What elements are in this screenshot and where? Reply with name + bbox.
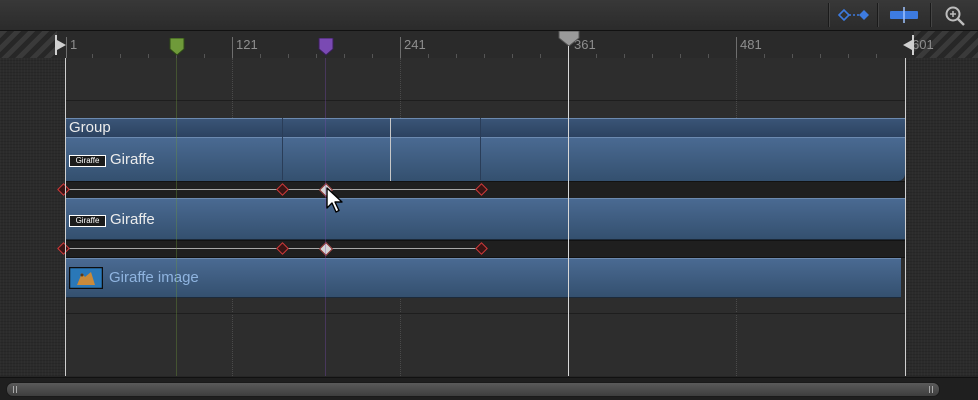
timeline-window: 1 121 241 361 481 601 Group Giraffe Gira… (0, 0, 978, 400)
track-separator (65, 313, 905, 314)
scrollbar-thumb[interactable] (6, 382, 940, 397)
mouse-pointer-icon (326, 187, 343, 213)
play-range-start-line (65, 58, 66, 376)
playhead-handle[interactable] (558, 31, 580, 47)
giraffe-track-1-label: Giraffe (110, 151, 155, 168)
text-layer-badge: Giraffe (69, 155, 106, 167)
track-separator (65, 100, 905, 101)
keyframe-diamonds-icon (837, 8, 869, 22)
show-keyframes-button[interactable] (828, 3, 877, 27)
giraffe-track-2-label: Giraffe (110, 211, 155, 228)
ruler-tick-label: 241 (404, 37, 426, 52)
snap-bar-icon (890, 7, 918, 23)
group-track[interactable] (65, 118, 905, 138)
time-ruler[interactable]: 1 121 241 361 481 601 (0, 31, 978, 63)
timeline-toolbar (0, 0, 978, 31)
purple-marker[interactable] (318, 38, 334, 56)
purple-marker-line (325, 58, 326, 376)
green-marker[interactable] (169, 38, 185, 56)
keyframe-curve (63, 189, 481, 190)
image-thumbnail-icon (69, 267, 103, 289)
giraffe-image-track-label: Giraffe image (109, 269, 199, 286)
ruler-tick-label: 481 (740, 37, 762, 52)
horizontal-scrollbar[interactable] (0, 377, 978, 400)
play-range-end-line (905, 58, 906, 376)
keyframe-guide (480, 118, 481, 180)
group-track-label: Group (69, 119, 111, 136)
keyframe-curve (63, 248, 481, 249)
playhead-line[interactable] (568, 46, 569, 376)
snap-button[interactable] (877, 3, 930, 27)
play-range-out-marker[interactable] (902, 35, 916, 55)
ruler-tick-label: 121 (236, 37, 258, 52)
keyframe-guide (282, 118, 283, 180)
zoom-button[interactable] (930, 3, 978, 27)
giraffe-track-1[interactable] (65, 137, 905, 182)
ruler-tick-label: 1 (70, 37, 78, 52)
play-range-in-marker[interactable] (54, 35, 68, 55)
green-marker-line (176, 58, 177, 376)
text-layer-badge: Giraffe (69, 215, 106, 227)
giraffe-track-2[interactable] (65, 198, 905, 240)
magnifier-icon (945, 6, 965, 26)
out-of-range-hatch-left (0, 31, 57, 58)
